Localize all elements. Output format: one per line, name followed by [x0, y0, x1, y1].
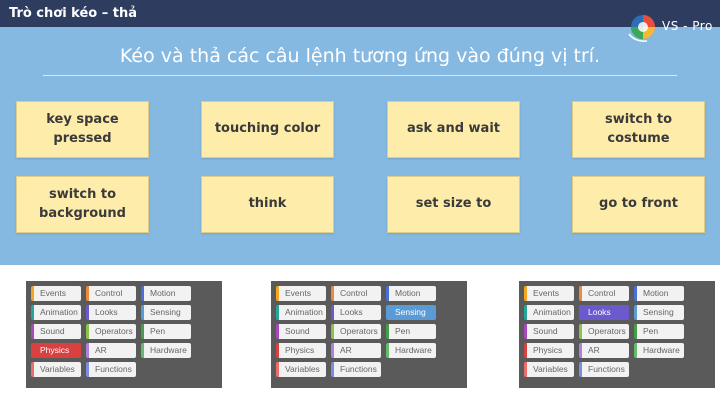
category-button-control[interactable]: Control: [86, 286, 136, 301]
category-button-motion[interactable]: Motion: [634, 286, 684, 301]
drag-card-switch-to-costume[interactable]: switch to costume: [572, 101, 705, 158]
category-button-animation[interactable]: Animation: [524, 305, 574, 320]
drag-card-key-space-pressed[interactable]: key space pressed: [16, 101, 149, 158]
category-button-physics[interactable]: Physics: [276, 343, 326, 358]
drag-card-switch-to-background[interactable]: switch to background: [16, 176, 149, 233]
category-button-hardware[interactable]: Hardware: [634, 343, 684, 358]
category-button-sound[interactable]: Sound: [31, 324, 81, 339]
logo-text: VS - Pro: [662, 19, 713, 33]
category-button-ar[interactable]: AR: [86, 343, 136, 358]
category-button-variables[interactable]: Variables: [276, 362, 326, 377]
category-button-looks[interactable]: Looks: [579, 305, 629, 320]
category-button-functions[interactable]: Functions: [86, 362, 136, 377]
category-button-pen[interactable]: Pen: [386, 324, 436, 339]
category-button-sensing[interactable]: Sensing: [386, 305, 436, 320]
drag-card-think[interactable]: think: [201, 176, 334, 233]
category-button-motion[interactable]: Motion: [386, 286, 436, 301]
category-button-physics[interactable]: Physics: [524, 343, 574, 358]
category-button-animation[interactable]: Animation: [276, 305, 326, 320]
drag-card-go-to-front[interactable]: go to front: [572, 176, 705, 233]
category-button-operators[interactable]: Operators: [579, 324, 629, 339]
category-button-events[interactable]: Events: [31, 286, 81, 301]
drag-card-set-size-to[interactable]: set size to: [387, 176, 520, 233]
instruction-text: Kéo và thả các câu lệnh tương ứng vào đú…: [119, 45, 601, 67]
logo-emblem-icon: [628, 15, 655, 42]
category-button-sensing[interactable]: Sensing: [141, 305, 191, 320]
category-button-hardware[interactable]: Hardware: [386, 343, 436, 358]
category-button-hardware[interactable]: Hardware: [141, 343, 191, 358]
category-palette-physics: Events Animation Sound Physics Variables Cont…: [26, 281, 222, 388]
category-button-sound[interactable]: Sound: [524, 324, 574, 339]
category-button-variables[interactable]: Variables: [31, 362, 81, 377]
category-button-sensing[interactable]: Sensing: [634, 305, 684, 320]
drag-card-touching-color[interactable]: touching color: [201, 101, 334, 158]
category-button-ar[interactable]: AR: [331, 343, 381, 358]
category-button-functions[interactable]: Functions: [579, 362, 629, 377]
category-button-sound[interactable]: Sound: [276, 324, 326, 339]
category-button-events[interactable]: Events: [524, 286, 574, 301]
category-button-physics[interactable]: Physics: [31, 343, 81, 358]
drag-card-ask-and-wait[interactable]: ask and wait: [387, 101, 520, 158]
category-button-animation[interactable]: Animation: [31, 305, 81, 320]
category-button-functions[interactable]: Functions: [331, 362, 381, 377]
category-button-events[interactable]: Events: [276, 286, 326, 301]
page-title: Trò chơi kéo – thả: [9, 6, 138, 21]
category-button-pen[interactable]: Pen: [634, 324, 684, 339]
category-button-control[interactable]: Control: [579, 286, 629, 301]
category-button-pen[interactable]: Pen: [141, 324, 191, 339]
category-button-control[interactable]: Control: [331, 286, 381, 301]
category-button-motion[interactable]: Motion: [141, 286, 191, 301]
category-palette-sensing: Events Animation Sound Physics Variables Cont…: [271, 281, 467, 388]
category-button-variables[interactable]: Variables: [524, 362, 574, 377]
category-button-looks[interactable]: Looks: [86, 305, 136, 320]
divider: [43, 75, 677, 76]
vs-pro-logo: VS - Pro: [625, 10, 720, 44]
category-button-looks[interactable]: Looks: [331, 305, 381, 320]
category-button-ar[interactable]: AR: [579, 343, 629, 358]
category-button-operators[interactable]: Operators: [331, 324, 381, 339]
category-palette-looks: Events Animation Sound Physics Variables Cont…: [519, 281, 715, 388]
category-button-operators[interactable]: Operators: [86, 324, 136, 339]
top-bar: Trò chơi kéo – thả: [0, 0, 720, 27]
